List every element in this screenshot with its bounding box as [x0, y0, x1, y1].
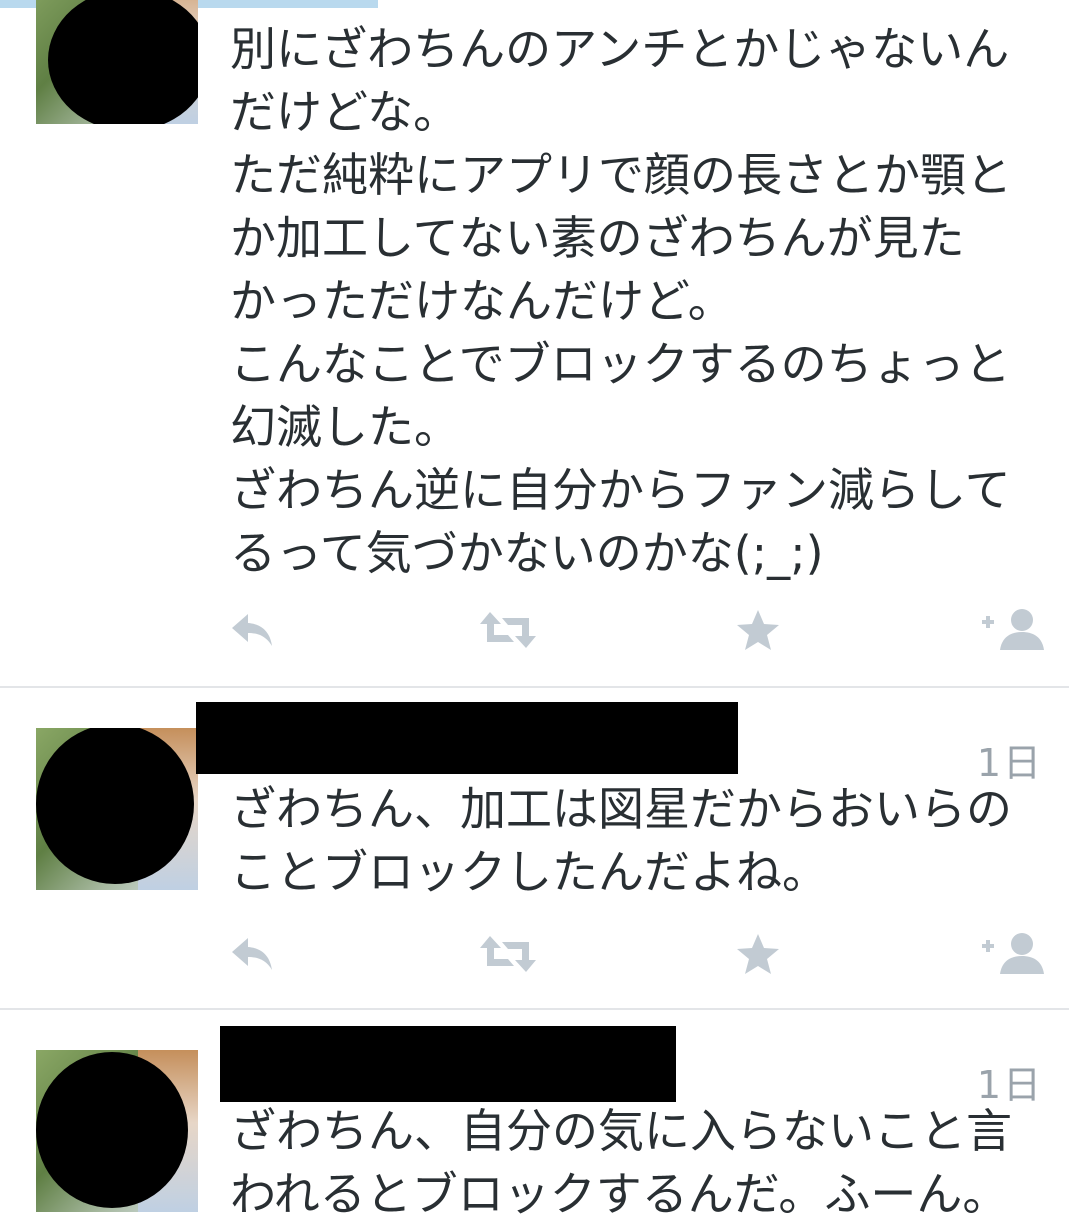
retweet-icon[interactable] [478, 608, 538, 652]
tweet-item[interactable]: 別にざわちんのアンチとかじゃないん だけどな。 ただ純粋にアプリで顔の長さとか顎… [0, 0, 1069, 688]
follow-icon[interactable] [980, 932, 1046, 976]
reply-icon[interactable] [228, 932, 278, 976]
tweet-text: ざわちん、自分の気に入らないこと言 われるとブロックするんだ。ふーん。 [230, 1104, 1012, 1221]
tweet-text: 別にざわちんのアンチとかじゃないん だけどな。 ただ純粋にアプリで顔の長さとか顎… [230, 22, 1012, 580]
favorite-icon[interactable] [733, 608, 783, 652]
retweet-icon[interactable] [478, 932, 538, 976]
avatar-redaction [48, 0, 198, 124]
tweet-item[interactable]: 1日 ざわちん、自分の気に入らないこと言 われるとブロックするんだ。ふーん。 [0, 1010, 1069, 1221]
username-redaction [220, 1026, 676, 1102]
avatar[interactable] [36, 1050, 198, 1212]
username-redaction [196, 702, 738, 774]
follow-icon[interactable] [980, 608, 1046, 652]
favorite-icon[interactable] [733, 932, 783, 976]
avatar[interactable] [36, 728, 198, 890]
avatar[interactable] [36, 0, 198, 124]
tweet-item[interactable]: 1日 ざわちん、加工は図星だからおいらの ことブロックしたんだよね。 [0, 688, 1069, 1010]
tweet-text: ざわちん、加工は図星だからおいらの ことブロックしたんだよね。 [230, 782, 1012, 899]
tweet-actions [228, 932, 1046, 976]
reply-icon[interactable] [228, 608, 278, 652]
avatar-redaction [36, 728, 194, 884]
avatar-redaction [36, 1052, 188, 1208]
tweet-actions [228, 608, 1046, 652]
